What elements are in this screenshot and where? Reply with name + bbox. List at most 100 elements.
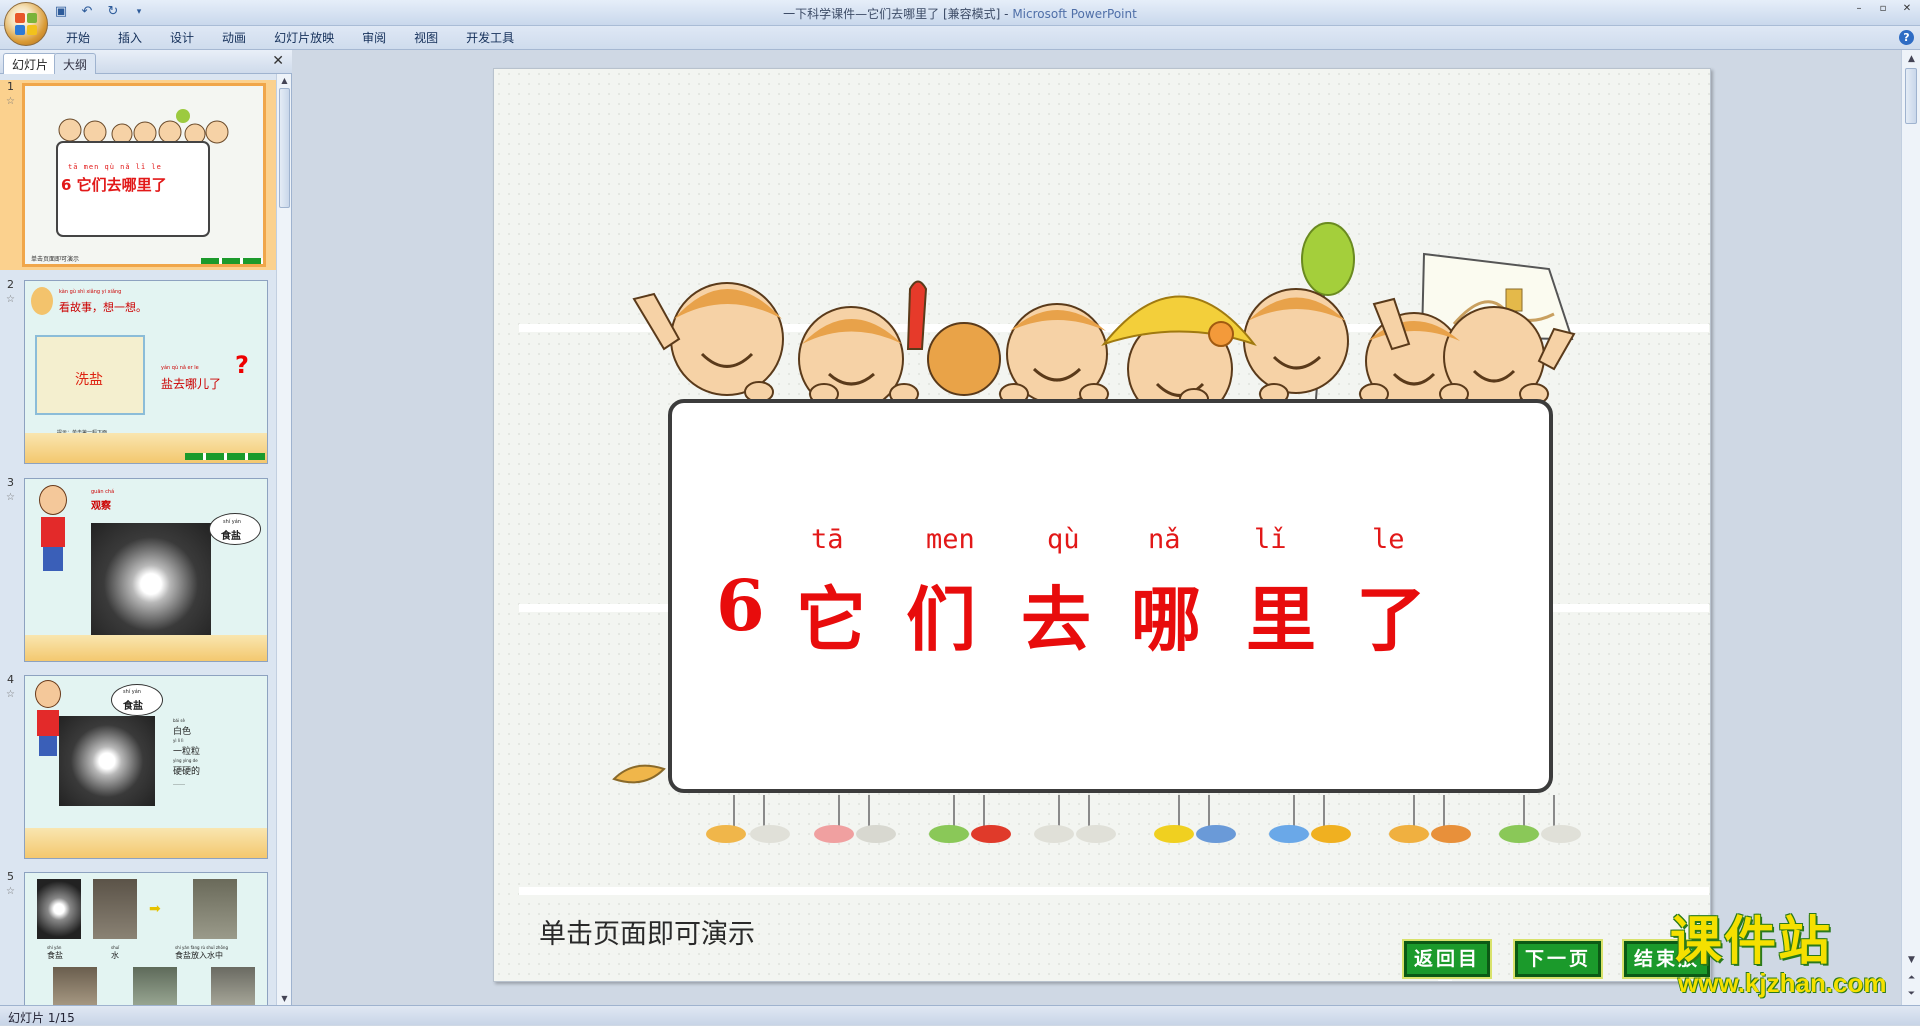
boy-magnifier-icon (33, 485, 73, 575)
pinyin-ta: tā (811, 524, 844, 555)
next-page-button[interactable]: 下一页 (1513, 939, 1603, 979)
animation-star-icon: ☆ (6, 886, 15, 897)
pinyin-men: men (926, 524, 975, 555)
prop-text: 硬硬的 (173, 767, 201, 777)
tab-review[interactable]: 审阅 (348, 30, 400, 46)
click-hint: 单击页面即可演示 (539, 919, 755, 950)
prop-pinyin: yì lì lì (173, 738, 184, 743)
flower-border (25, 635, 267, 661)
tab-slides[interactable]: 幻灯片 (3, 53, 58, 74)
bubble-text: 食盐 (123, 701, 143, 712)
heading: 看故事，想一想。 (59, 301, 147, 314)
editor-scrollbar[interactable]: ▲ ▼ ⏶ ⏷ (1901, 50, 1920, 1005)
slide-counter: 幻灯片 1/15 (8, 1011, 75, 1025)
prop-pinyin: yìng yìng de (173, 758, 198, 763)
app-name: Microsoft PowerPoint (1012, 7, 1137, 21)
office-logo-icon (15, 13, 37, 35)
pinyin-le: le (1372, 524, 1405, 555)
slide-thumbnail-1[interactable]: 1 ☆ tā men qù nǎ lǐ le 6 它们去哪里了 单击页面即可演示 (0, 80, 276, 270)
scroll-down-icon[interactable]: ▼ (277, 994, 292, 1003)
question-pinyin: yán qù nǎ er le (161, 365, 199, 371)
thumb-nav-buttons (201, 258, 263, 264)
title-char-4: 哪 (1131, 578, 1201, 661)
tab-view[interactable]: 视图 (400, 30, 452, 46)
water-photo (93, 879, 137, 939)
title-char-6: 了 (1356, 578, 1426, 661)
scrollbar-thumb[interactable] (279, 88, 290, 208)
watermark-url: www.kjzhan.com (1678, 968, 1887, 998)
pinyin-na: nǎ (1148, 524, 1181, 555)
kid-avatar-icon (31, 287, 53, 315)
watermark: 课件站 www.kjzhan.com (1670, 915, 1887, 998)
board-text: 洗盐 (75, 372, 103, 388)
close-button[interactable]: ✕ (1898, 2, 1916, 16)
slide-preview: guān chá 观察 shí yán 食盐 (24, 478, 268, 662)
ribbon-tabs: 开始 插入 设计 动画 幻灯片放映 审阅 视图 开发工具 ? (0, 26, 1920, 50)
thumbnail-scrollbar[interactable]: ▲ ▼ (276, 74, 291, 1005)
slide-thumbnail-5[interactable]: 5 ☆ ➡ shí yán 食盐 shuǐ 水 shí yán fàng rù … (0, 870, 276, 1005)
scroll-down-icon[interactable]: ▼ (1902, 955, 1920, 965)
thumb-pinyin: tā men qù nǎ lǐ le (68, 163, 162, 171)
tab-insert[interactable]: 插入 (104, 30, 156, 46)
label-text: 水 (111, 951, 119, 960)
title-char-1: 它 (796, 578, 866, 661)
maximize-button[interactable]: ▫ (1874, 2, 1892, 16)
scrollbar-thumb[interactable] (1905, 68, 1917, 124)
window-controls: – ▫ ✕ (1850, 2, 1916, 16)
thumb-hint: 单击页面即可演示 (31, 256, 80, 263)
title-char-5: 里 (1246, 578, 1316, 661)
slide-thumbnail-2[interactable]: 2 ☆ kàn gù shì xiǎng yi xiǎng 看故事，想一想。 洗… (0, 278, 276, 468)
prop-text: 白色 (173, 727, 192, 737)
slide-number: 4 (7, 673, 14, 686)
title-char-2: 们 (906, 578, 976, 661)
slide-thumbnail-4[interactable]: 4 ☆ shí yán 食盐 bái sè 白色 yì lì lì 一粒粒 yì… (0, 673, 276, 863)
slide-number: 3 (7, 476, 14, 489)
tab-animations[interactable]: 动画 (208, 30, 260, 46)
label-text: 食盐 (47, 951, 63, 960)
pane-tabs: 幻灯片 大纲 ✕ (0, 50, 292, 74)
tab-slideshow[interactable]: 幻灯片放映 (260, 30, 348, 46)
slide-preview: kàn gù shì xiǎng yi xiǎng 看故事，想一想。 洗盐 yá… (24, 280, 268, 464)
office-button[interactable] (4, 2, 48, 46)
slide-number: 1 (7, 80, 14, 93)
flower-border (25, 828, 267, 858)
scroll-up-icon[interactable]: ▲ (1902, 54, 1920, 64)
tab-design[interactable]: 设计 (156, 30, 208, 46)
heading-pinyin: kàn gù shì xiǎng yi xiǎng (59, 289, 122, 295)
animation-star-icon: ☆ (6, 96, 15, 107)
slide-editor: tā men qù nǎ lǐ le 6 它 们 去 哪 里 了 单击页面即可演… (293, 50, 1901, 1005)
current-slide[interactable]: tā men qù nǎ lǐ le 6 它 们 去 哪 里 了 单击页面即可演… (493, 68, 1711, 982)
bubble-text: 食盐 (221, 531, 241, 542)
previous-slide-icon[interactable]: ⏶ (1902, 973, 1920, 983)
heading: 观察 (91, 501, 111, 512)
salt-photo (91, 523, 211, 645)
back-to-contents-button[interactable]: 返回目录 (1402, 939, 1492, 981)
step-photo (53, 967, 97, 1005)
tab-developer[interactable]: 开发工具 (452, 30, 528, 46)
slide-thumbnails: 1 ☆ tā men qù nǎ lǐ le 6 它们去哪里了 单击页面即可演示… (0, 74, 276, 1005)
title-bar: ▣ ↶ ↻ ▾ 一下科学课件—它们去哪里了 [兼容模式] - Microsoft… (0, 0, 1920, 46)
bubble-pinyin: shí yán (223, 519, 241, 525)
pinyin-qu: qù (1047, 524, 1080, 555)
tab-outline[interactable]: 大纲 (54, 53, 97, 74)
thumb-title: 6 它们去哪里了 (61, 176, 167, 194)
arrow-icon: ➡ (149, 901, 161, 917)
animation-star-icon: ☆ (6, 492, 15, 503)
slide-thumbnail-3[interactable]: 3 ☆ guān chá 观察 shí yán 食盐 (0, 476, 276, 666)
close-pane-icon[interactable]: ✕ (272, 53, 284, 69)
document-title: 一下科学课件—它们去哪里了 [兼容模式] - (783, 7, 1013, 21)
next-slide-icon[interactable]: ⏷ (1902, 989, 1920, 999)
salt-photo (37, 879, 81, 939)
slide-number: 5 (7, 870, 14, 883)
tab-home[interactable]: 开始 (52, 30, 104, 46)
slide-number: 2 (7, 278, 14, 291)
step-photo (211, 967, 255, 1005)
pinyin-li: lǐ (1254, 524, 1287, 555)
bubble-pinyin: shí yán (123, 689, 141, 695)
lesson-number: 6 (716, 564, 765, 647)
minimize-button[interactable]: – (1850, 2, 1868, 16)
step-photo (133, 967, 177, 1005)
scroll-up-icon[interactable]: ▲ (277, 76, 292, 85)
title-char-3: 去 (1021, 578, 1091, 661)
help-icon[interactable]: ? (1899, 30, 1914, 45)
